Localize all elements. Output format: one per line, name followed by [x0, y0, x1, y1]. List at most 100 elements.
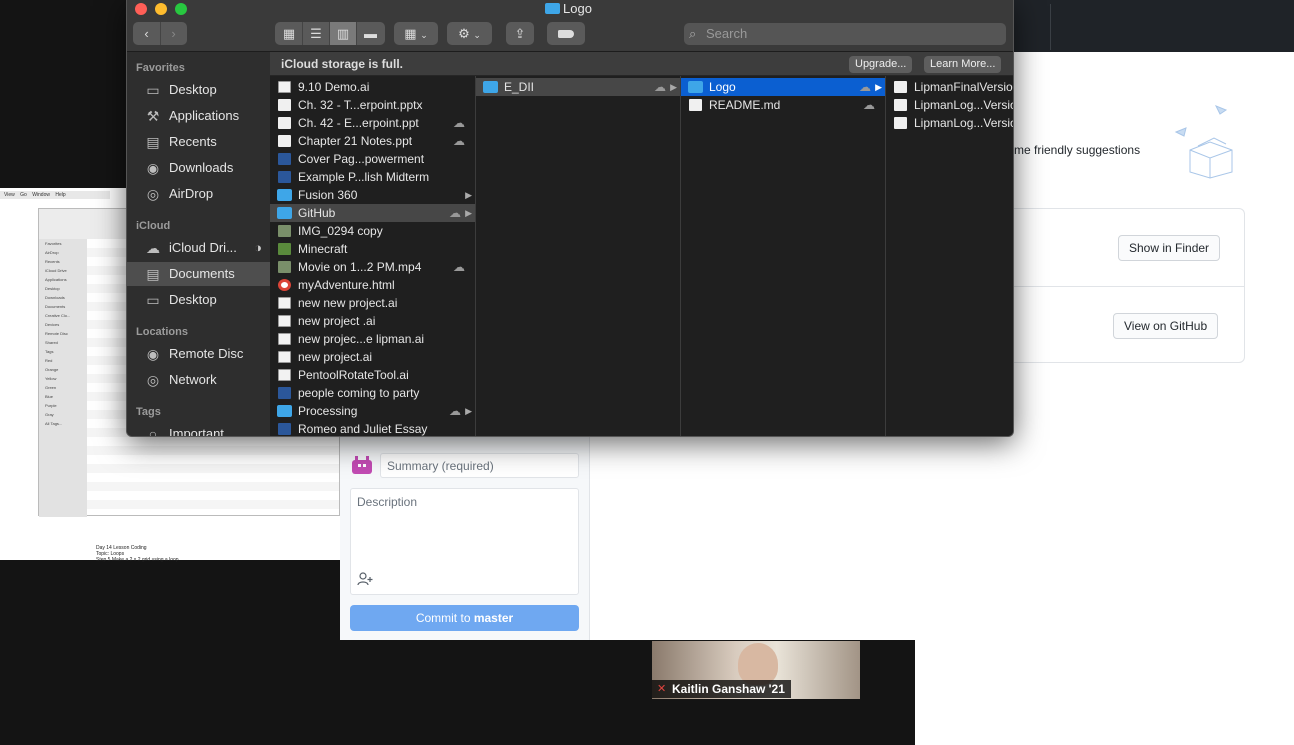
cloud-icon: ☁: [449, 206, 461, 220]
word-file-icon: [278, 387, 291, 399]
sidebar-item-network[interactable]: ◎ Network: [136, 368, 266, 392]
commit-branch: master: [473, 611, 514, 625]
sidebar-item-desktop[interactable]: ▭ Desktop: [136, 288, 266, 312]
group-by-button[interactable]: ▦ ⌄: [394, 22, 438, 45]
file-name: new project.ai: [298, 350, 373, 364]
img-file-icon: [278, 225, 291, 237]
file-item[interactable]: new new project.ai: [270, 294, 475, 312]
commit-button[interactable]: Commit to master: [350, 605, 579, 631]
file-name: Ch. 32 - T...erpoint.pptx: [298, 98, 423, 112]
learn-more-button[interactable]: Learn More...: [924, 56, 1002, 73]
folder-item[interactable]: GitHub ☁ ▶: [270, 204, 475, 222]
window-title-text: Logo: [563, 1, 592, 16]
sidebar-item-label: AirDrop: [169, 186, 214, 201]
gallery-view-icon[interactable]: ▬: [357, 22, 384, 45]
sidebar-item-downloads[interactable]: ◉ Downloads: [136, 156, 266, 180]
sidebar-item-label: Documents: [169, 266, 235, 281]
file-item[interactable]: Cover Pag...powerment: [270, 150, 475, 168]
file-item[interactable]: IMG_0294 copy: [270, 222, 475, 240]
file-name: IMG_0294 copy: [298, 224, 383, 238]
finder-window: Logo ‹ › ▦ ☰ ▥ ▬ ▦ ⌄ ⚙ ⌄ ⇪ ⌕ Search Favorite…: [126, 0, 1014, 437]
file-name: Movie on 1...2 PM.mp4: [298, 260, 422, 274]
background-sidebar-line: iCloud Drive: [45, 268, 67, 273]
file-item[interactable]: Movie on 1...2 PM.mp4 ☁: [270, 258, 475, 276]
sidebar-item-icloud-dri[interactable]: ☁ iCloud Dri... ◑: [136, 236, 266, 260]
sidebar-item-airdrop[interactable]: ◎ AirDrop: [136, 182, 266, 206]
file-name: Example P...lish Midterm: [298, 170, 430, 184]
list-view-icon[interactable]: ☰: [303, 22, 330, 45]
file-item[interactable]: Ch. 32 - T...erpoint.pptx: [270, 96, 475, 114]
sidebar-item-important[interactable]: ○ Important: [136, 422, 266, 437]
file-item[interactable]: LipmanLog...Version: [886, 96, 1014, 114]
close-button[interactable]: [135, 3, 147, 15]
background-sidebar-line: Gray: [45, 412, 54, 417]
file-item[interactable]: Ch. 42 - E...erpoint.ppt ☁: [270, 114, 475, 132]
file-item[interactable]: LipmanLog...Version: [886, 114, 1014, 132]
file-item[interactable]: new projec...e lipman.ai: [270, 330, 475, 348]
cloud-icon: ☁: [453, 134, 465, 148]
file-item[interactable]: Example P...lish Midterm: [270, 168, 475, 186]
file-name: Chapter 21 Notes.ppt: [298, 134, 413, 148]
file-item[interactable]: PentoolRotateTool.ai: [270, 366, 475, 384]
background-sidebar-line: Downloads: [45, 295, 65, 300]
description-input[interactable]: Description: [350, 488, 579, 595]
back-button[interactable]: ‹: [134, 22, 161, 45]
folder-item[interactable]: Processing ☁ ▶: [270, 402, 475, 420]
file-item[interactable]: Romeo and Juliet Essay: [270, 420, 475, 436]
doc-file-icon: [278, 135, 291, 147]
background-sidebar-line: Green: [45, 385, 57, 390]
word-file-icon: [278, 153, 291, 165]
file-item[interactable]: new project .ai: [270, 312, 475, 330]
sidebar-item-applications[interactable]: ⚒ Applications: [136, 104, 266, 128]
file-name: myAdventure.html: [298, 278, 395, 292]
action-button[interactable]: ⚙ ⌄: [447, 22, 492, 45]
file-item[interactable]: README.md ☁: [681, 96, 885, 114]
sidebar-item-remote-disc[interactable]: ◉ Remote Disc: [136, 342, 266, 366]
sidebar-item-label: Downloads: [169, 160, 234, 175]
search-input[interactable]: ⌕ Search: [684, 23, 1006, 45]
folder-item[interactable]: E_DII ☁ ▶: [476, 78, 680, 96]
background-sidebar-line: Documents: [45, 304, 66, 309]
file-item[interactable]: Minecraft: [270, 240, 475, 258]
background-sidebar-line: Red: [45, 358, 53, 363]
sidebar-item-recents[interactable]: ▤ Recents: [136, 130, 266, 154]
file-item[interactable]: people coming to party: [270, 384, 475, 402]
share-icon: ⇪: [514, 26, 526, 41]
view-on-github-button[interactable]: View on GitHub: [1113, 313, 1219, 339]
file-name: people coming to party: [298, 386, 420, 400]
column-view-icon[interactable]: ▥: [330, 22, 357, 45]
zoom-button[interactable]: [175, 3, 187, 15]
folder-item[interactable]: Fusion 360 ▶: [270, 186, 475, 204]
file-item[interactable]: 9.10 Demo.ai: [270, 78, 475, 96]
file-name: LipmanLog...Version: [914, 116, 1014, 130]
tag-icon: [558, 30, 574, 38]
sidebar-item-desktop[interactable]: ▭ Desktop: [136, 78, 266, 102]
forward-button[interactable]: ›: [161, 22, 187, 45]
ai-file-icon: [278, 297, 291, 309]
tag-button[interactable]: [547, 22, 585, 45]
minimize-button[interactable]: [155, 3, 167, 15]
icon-view-icon[interactable]: ▦: [276, 22, 303, 45]
sidebar-item-label: Important: [169, 426, 224, 437]
add-coauthor-icon[interactable]: [357, 572, 373, 586]
summary-input[interactable]: Summary (required): [380, 453, 579, 478]
background-sidebar-line: Remote Disc: [45, 331, 68, 336]
muted-mic-icon: ✕: [657, 683, 667, 695]
sidebar-item-documents[interactable]: ▤ Documents: [127, 262, 270, 286]
file-name: Processing: [298, 404, 358, 418]
file-item[interactable]: myAdventure.html: [270, 276, 475, 294]
suggestion-text: me friendly suggestions: [1014, 143, 1141, 157]
file-item[interactable]: Chapter 21 Notes.ppt ☁: [270, 132, 475, 150]
search-icon: ⌕: [689, 26, 697, 41]
toolbar-divider: [1050, 4, 1051, 50]
upgrade-button[interactable]: Upgrade...: [849, 56, 913, 73]
file-item[interactable]: new project.ai: [270, 348, 475, 366]
chevron-down-icon: ⌄: [420, 30, 428, 40]
file-item[interactable]: LipmanFinalVersion: [886, 78, 1013, 96]
file-name: GitHub: [298, 206, 336, 220]
folder-item[interactable]: Logo ☁ ▶: [681, 78, 885, 96]
participant-name-label: ✕ Kaitlin Ganshaw '21: [652, 680, 791, 698]
file-name: LipmanLog...Version: [914, 98, 1014, 112]
show-in-finder-button[interactable]: Show in Finder: [1118, 235, 1221, 261]
share-button[interactable]: ⇪: [506, 22, 534, 45]
